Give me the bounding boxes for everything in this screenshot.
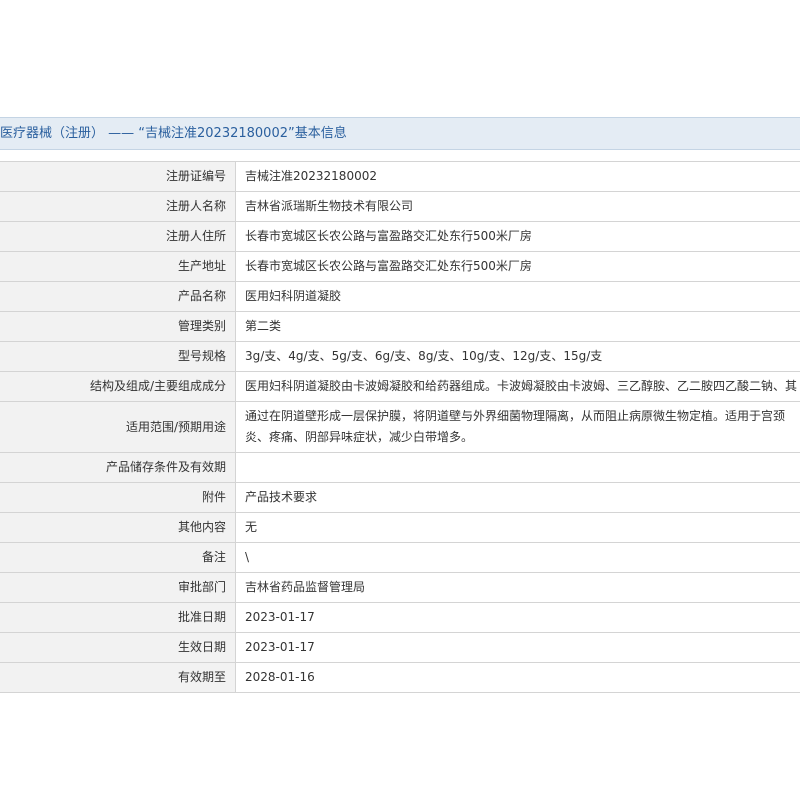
row-registrant-name: 注册人名称 吉林省派瑞斯生物技术有限公司 — [0, 192, 800, 222]
label-approval-department: 审批部门 — [0, 573, 236, 602]
value-intended-use: 通过在阴道壁形成一层保护膜，将阴道壁与外界细菌物理隔离，从而阻止病原微生物定植。… — [245, 409, 786, 444]
value-effective-date: 2023-01-17 — [245, 640, 315, 654]
label-valid-until: 有效期至 — [0, 663, 236, 692]
label-registration-number: 注册证编号 — [0, 162, 236, 191]
value-registrant-name: 吉林省派瑞斯生物技术有限公司 — [245, 199, 414, 213]
title-bar: 医疗器械（注册） —— “吉械注准20232180002”基本信息 — [0, 117, 800, 150]
label-product-name: 产品名称 — [0, 282, 236, 311]
value-attachment: 产品技术要求 — [245, 490, 318, 504]
value-approval-department: 吉林省药品监督管理局 — [245, 580, 366, 594]
value-approval-date: 2023-01-17 — [245, 610, 315, 624]
label-composition: 结构及组成/主要组成成分 — [0, 372, 236, 401]
row-composition: 结构及组成/主要组成成分 医用妇科阴道凝胶由卡波姆凝胶和给药器组成。卡波姆凝胶由… — [0, 372, 800, 402]
label-model-spec: 型号规格 — [0, 342, 236, 371]
label-registrant-address: 注册人住所 — [0, 222, 236, 251]
value-other-content: 无 — [245, 520, 258, 534]
value-remarks: \ — [245, 550, 250, 564]
row-intended-use: 适用范围/预期用途 通过在阴道壁形成一层保护膜，将阴道壁与外界细菌物理隔离，从而… — [0, 402, 800, 453]
label-production-address: 生产地址 — [0, 252, 236, 281]
row-product-name: 产品名称 医用妇科阴道凝胶 — [0, 282, 800, 312]
value-valid-until: 2028-01-16 — [245, 670, 315, 684]
label-intended-use: 适用范围/预期用途 — [0, 402, 236, 452]
label-effective-date: 生效日期 — [0, 633, 236, 662]
row-other-content: 其他内容 无 — [0, 513, 800, 543]
label-approval-date: 批准日期 — [0, 603, 236, 632]
value-composition: 医用妇科阴道凝胶由卡波姆凝胶和给药器组成。卡波姆凝胶由卡波姆、三乙醇胺、乙二胺四… — [245, 379, 798, 393]
value-product-name: 医用妇科阴道凝胶 — [245, 289, 342, 303]
page-title: 医疗器械（注册） —— “吉械注准20232180002”基本信息 — [0, 126, 347, 141]
label-other-content: 其他内容 — [0, 513, 236, 542]
label-storage-conditions: 产品储存条件及有效期 — [0, 453, 236, 482]
label-attachment: 附件 — [0, 483, 236, 512]
info-table: 注册证编号 吉械注准20232180002 注册人名称 吉林省派瑞斯生物技术有限… — [0, 161, 800, 693]
value-registration-number: 吉械注准20232180002 — [245, 169, 377, 183]
row-remarks: 备注 \ — [0, 543, 800, 573]
value-management-category: 第二类 — [245, 319, 282, 333]
value-registrant-address: 长春市宽城区长农公路与富盈路交汇处东行500米厂房 — [245, 229, 532, 243]
label-management-category: 管理类别 — [0, 312, 236, 341]
row-approval-date: 批准日期 2023-01-17 — [0, 603, 800, 633]
row-storage-conditions: 产品储存条件及有效期 — [0, 453, 800, 483]
label-remarks: 备注 — [0, 543, 236, 572]
value-storage-conditions — [236, 453, 800, 482]
row-attachment: 附件 产品技术要求 — [0, 483, 800, 513]
row-registrant-address: 注册人住所 长春市宽城区长农公路与富盈路交汇处东行500米厂房 — [0, 222, 800, 252]
value-production-address: 长春市宽城区长农公路与富盈路交汇处东行500米厂房 — [245, 259, 532, 273]
row-management-category: 管理类别 第二类 — [0, 312, 800, 342]
value-model-spec: 3g/支、4g/支、5g/支、6g/支、8g/支、10g/支、12g/支、15g… — [245, 349, 603, 363]
row-model-spec: 型号规格 3g/支、4g/支、5g/支、6g/支、8g/支、10g/支、12g/… — [0, 342, 800, 372]
row-production-address: 生产地址 长春市宽城区长农公路与富盈路交汇处东行500米厂房 — [0, 252, 800, 282]
row-effective-date: 生效日期 2023-01-17 — [0, 633, 800, 663]
label-registrant-name: 注册人名称 — [0, 192, 236, 221]
row-approval-department: 审批部门 吉林省药品监督管理局 — [0, 573, 800, 603]
page: 医疗器械（注册） —— “吉械注准20232180002”基本信息 注册证编号 … — [0, 0, 800, 800]
row-registration-number: 注册证编号 吉械注准20232180002 — [0, 162, 800, 192]
row-valid-until: 有效期至 2028-01-16 — [0, 663, 800, 693]
